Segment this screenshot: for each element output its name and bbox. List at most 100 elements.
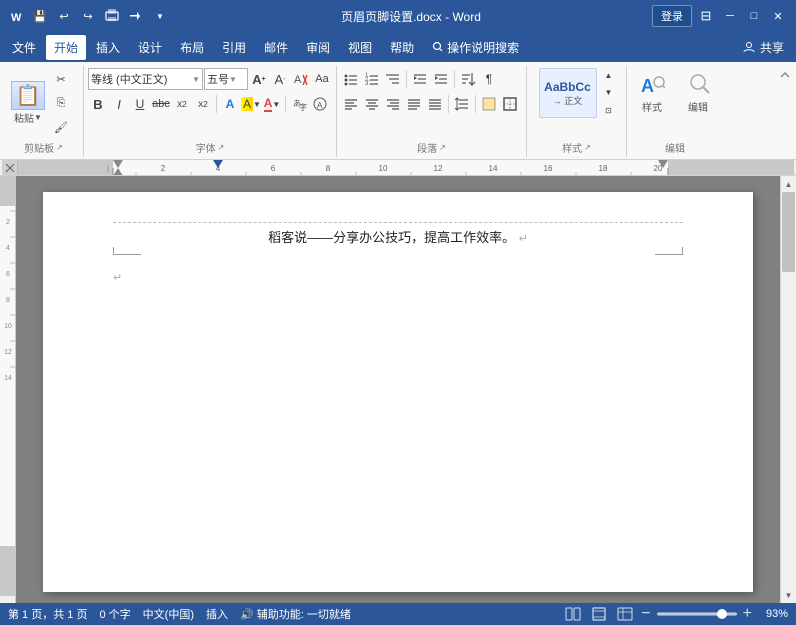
normal-style-label: → 正文 — [553, 94, 583, 107]
menu-home[interactable]: 开始 — [46, 35, 86, 60]
text-effect-button[interactable]: A — [220, 94, 240, 114]
menu-mailings[interactable]: 邮件 — [256, 35, 296, 60]
zoom-out-button[interactable]: − — [641, 605, 650, 623]
edit-buttons: A 样式 编辑 — [631, 68, 719, 117]
show-marks-button[interactable]: ¶ — [479, 69, 499, 89]
font-name-box[interactable]: 等线 (中文正文) ▼ — [88, 68, 203, 90]
styles-expand[interactable]: ↗ — [584, 143, 591, 152]
numbered-list-button[interactable]: 1.2.3. — [362, 69, 382, 89]
change-case-button[interactable]: Aa — [312, 69, 332, 89]
language-indicator[interactable]: 中文(中国) — [143, 606, 194, 622]
styles-up[interactable]: ▲ — [599, 68, 619, 83]
underline-button[interactable]: U — [130, 94, 150, 114]
print-view-button[interactable] — [563, 606, 583, 622]
clear-format-button[interactable]: A — [291, 69, 311, 89]
page-view-button[interactable] — [589, 606, 609, 622]
styles-more[interactable]: ⊡ — [599, 103, 619, 118]
svg-text:3.: 3. — [365, 81, 370, 87]
font-size-box[interactable]: 五号 ▼ — [204, 68, 248, 90]
bullet-list-button[interactable] — [341, 69, 361, 89]
strikethrough-button[interactable]: abc — [151, 94, 171, 114]
menu-file[interactable]: 文件 — [4, 35, 44, 60]
save-button[interactable]: 💾 — [30, 6, 50, 26]
cut-button[interactable]: ✂ — [50, 68, 72, 90]
paragraph-expand[interactable]: ↗ — [439, 143, 446, 152]
format-painter-button[interactable]: 🖌 — [50, 116, 72, 138]
increase-font-button[interactable]: A+ — [249, 69, 269, 89]
customize-arrow[interactable]: ▼ — [150, 6, 170, 26]
distributed-button[interactable] — [425, 94, 445, 114]
print-preview-button[interactable] — [102, 6, 122, 26]
styles-label-text: 样式 — [562, 140, 582, 155]
paste-button[interactable]: 📋 粘贴▼ — [8, 78, 48, 128]
find-icon: A — [638, 71, 666, 99]
document-area[interactable]: 稻客说——分享办公技巧，提高工作效率。 ↵ ↵ — [16, 176, 780, 603]
zoom-in-button[interactable]: + — [743, 605, 752, 623]
highlight-button[interactable]: A▼ — [241, 94, 261, 114]
copy-button[interactable]: ⎘ — [50, 92, 72, 114]
menu-search[interactable]: 操作说明搜索 — [424, 35, 527, 60]
status-bar: 第 1 页，共 1 页 0 个字 中文(中国) 插入 🔊 辅助功能: 一切就绪 … — [0, 603, 796, 625]
align-left-button[interactable] — [341, 94, 361, 114]
font-expand[interactable]: ↗ — [218, 143, 225, 152]
body-para-mark: ↵ — [113, 272, 122, 284]
zoom-slider[interactable] — [657, 612, 737, 616]
normal-style[interactable]: AaBbCc → 正文 — [539, 68, 597, 118]
menu-layout[interactable]: 布局 — [172, 35, 212, 60]
decrease-indent-button[interactable] — [410, 69, 430, 89]
multilevel-list-button[interactable] — [383, 69, 403, 89]
scroll-down-button[interactable]: ▼ — [781, 587, 796, 603]
align-center-button[interactable] — [362, 94, 382, 114]
svg-text:4: 4 — [6, 245, 10, 252]
line-spacing-button[interactable] — [452, 94, 472, 114]
scroll-up-button[interactable]: ▲ — [781, 176, 796, 192]
login-button[interactable]: 登录 — [652, 5, 692, 27]
superscript-button[interactable]: x2 — [193, 94, 213, 114]
sort-button[interactable] — [458, 69, 478, 89]
vertical-scrollbar[interactable]: ▲ ▼ — [780, 176, 796, 603]
menu-review[interactable]: 审阅 — [298, 35, 338, 60]
zoom-level[interactable]: 93% — [758, 608, 788, 620]
ruler-corner[interactable] — [2, 160, 18, 175]
styles-down[interactable]: ▼ — [599, 85, 619, 100]
styles-label: 样式 ↗ — [531, 140, 622, 155]
enclosed-chars-button[interactable]: A — [310, 94, 330, 114]
svg-text:A: A — [317, 101, 323, 110]
share-button[interactable]: 共享 — [734, 39, 792, 56]
menu-insert[interactable]: 插入 — [88, 35, 128, 60]
font-color-button[interactable]: A▼ — [262, 94, 282, 114]
decrease-font-button[interactable]: A- — [270, 69, 290, 89]
italic-button[interactable]: I — [109, 94, 129, 114]
menu-view[interactable]: 视图 — [340, 35, 380, 60]
bold-button[interactable]: B — [88, 94, 108, 114]
justify-button[interactable] — [404, 94, 424, 114]
phonetic-guide-button[interactable]: あ字 — [289, 94, 309, 114]
menu-help[interactable]: 帮助 — [382, 35, 422, 60]
find-replace-button[interactable]: A 样式 — [631, 68, 673, 117]
web-view-button[interactable] — [615, 606, 635, 622]
status-left: 第 1 页，共 1 页 0 个字 中文(中国) 插入 🔊 辅助功能: 一切就绪 — [8, 606, 351, 622]
ribbon-collapse[interactable] — [778, 68, 792, 85]
customqat-button[interactable] — [126, 6, 146, 26]
redo-button[interactable]: ↪ — [78, 6, 98, 26]
shading-button[interactable] — [479, 94, 499, 114]
svg-text:2: 2 — [161, 164, 166, 173]
align-right-button[interactable] — [383, 94, 403, 114]
menu-references[interactable]: 引用 — [214, 35, 254, 60]
editing-button[interactable]: 编辑 — [677, 68, 719, 117]
scroll-thumb[interactable] — [782, 192, 795, 272]
borders-button[interactable] — [500, 94, 520, 114]
menu-design[interactable]: 设计 — [130, 35, 170, 60]
insert-mode[interactable]: 插入 — [206, 606, 228, 622]
maximize-button[interactable]: □ — [744, 6, 764, 26]
close-button[interactable]: ✕ — [768, 6, 788, 26]
ribbon-display-button[interactable]: ⊟ — [696, 6, 716, 26]
undo-button[interactable]: ↩ — [54, 6, 74, 26]
clipboard-expand[interactable]: ↗ — [56, 143, 63, 152]
subscript-button[interactable]: x2 — [172, 94, 192, 114]
styles-items: AaBbCc → 正文 ▲ ▼ ⊡ — [539, 68, 615, 118]
increase-indent-button[interactable] — [431, 69, 451, 89]
minimize-button[interactable]: ─ — [720, 6, 740, 26]
header-area[interactable]: 稻客说——分享办公技巧，提高工作效率。 ↵ — [113, 222, 683, 254]
body-area[interactable]: ↵ — [113, 270, 683, 284]
